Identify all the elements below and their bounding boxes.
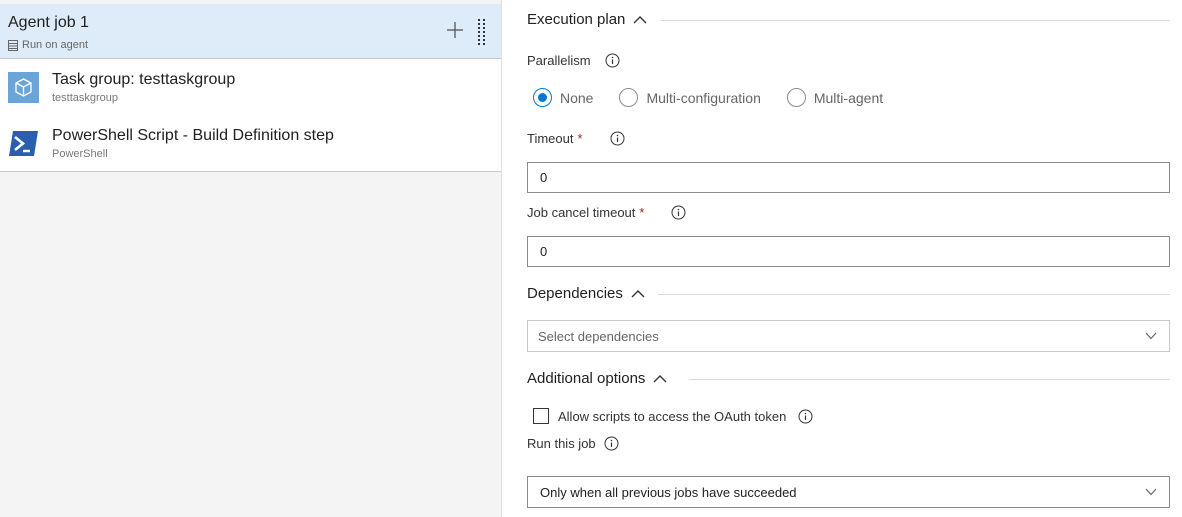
task-group-icon — [8, 72, 39, 103]
run-job-label-row: Run this job — [527, 436, 619, 451]
task-list: Task group: testtaskgroup testtaskgroup … — [0, 59, 501, 172]
task-subtitle: testtaskgroup — [52, 92, 119, 104]
server-icon — [8, 39, 18, 51]
info-icon[interactable] — [610, 131, 625, 146]
radio-label: Multi-configuration — [646, 89, 761, 106]
chevron-up-icon — [633, 15, 647, 23]
timeout-label-row: Timeout * — [527, 131, 625, 146]
agent-job-subtitle: Run on agent — [8, 39, 88, 51]
additional-options-heading: Additional options — [527, 370, 646, 387]
radio-none[interactable]: None — [533, 88, 593, 107]
parallelism-radio-group: None Multi-configuration Multi-agent — [533, 88, 909, 107]
timeout-label: Timeout — [527, 131, 574, 146]
radio-circle — [786, 88, 806, 107]
task-title: PowerShell Script - Build Definition ste… — [52, 127, 334, 144]
radio-multi-agent[interactable]: Multi-agent — [786, 88, 884, 107]
agent-job-subtitle-text: Run on agent — [22, 39, 89, 51]
required-marker: * — [639, 205, 645, 220]
info-icon[interactable] — [798, 409, 813, 424]
parallelism-label: Parallelism — [527, 53, 591, 68]
info-icon[interactable] — [671, 205, 686, 220]
phase-list-pane: Agent job 1 Run on agent Task group: tes… — [0, 0, 502, 517]
cancel-timeout-label-row: Job cancel timeout * — [527, 205, 686, 220]
oauth-checkbox-row: Allow scripts to access the OAuth token — [533, 408, 813, 424]
run-job-label: Run this job — [527, 436, 596, 451]
radio-circle — [533, 88, 552, 107]
oauth-label: Allow scripts to access the OAuth token — [558, 408, 787, 424]
run-job-dropdown[interactable]: Only when all previous jobs have succeed… — [527, 476, 1170, 508]
execution-plan-heading: Execution plan — [527, 11, 626, 28]
info-icon[interactable] — [605, 53, 620, 68]
cancel-timeout-label: Job cancel timeout — [527, 205, 636, 220]
task-item-powershell[interactable]: PowerShell Script - Build Definition ste… — [0, 115, 501, 171]
chevron-up-icon — [653, 374, 667, 382]
chevron-down-icon — [1145, 488, 1157, 496]
run-job-value: Only when all previous jobs have succeed… — [540, 484, 797, 500]
dependencies-placeholder: Select dependencies — [538, 328, 659, 344]
chevron-up-icon — [631, 289, 645, 297]
agent-job-title: Agent job 1 — [8, 14, 89, 31]
task-item-task-group[interactable]: Task group: testtaskgroup testtaskgroup — [0, 59, 501, 115]
agent-job-row[interactable]: Agent job 1 Run on agent — [0, 4, 501, 59]
section-divider — [658, 294, 1170, 295]
add-task-icon[interactable] — [445, 20, 465, 40]
chevron-down-icon — [1145, 332, 1157, 340]
info-icon[interactable] — [604, 436, 619, 451]
drag-handle-icon[interactable] — [477, 18, 487, 48]
timeout-input[interactable]: 0 — [527, 162, 1170, 193]
radio-circle — [619, 88, 639, 107]
dependencies-heading: Dependencies — [527, 285, 623, 302]
parallelism-label-row: Parallelism — [527, 53, 620, 68]
task-subtitle: PowerShell — [52, 148, 108, 160]
powershell-icon — [9, 131, 38, 156]
dependencies-header[interactable]: Dependencies — [527, 285, 645, 302]
job-properties-pane: Execution plan Parallelism None Multi-co… — [503, 0, 1182, 517]
task-title: Task group: testtaskgroup — [52, 71, 236, 88]
execution-plan-header[interactable]: Execution plan — [527, 11, 647, 28]
radio-label: None — [560, 89, 594, 106]
required-marker: * — [577, 131, 583, 146]
radio-label: Multi-agent — [813, 89, 884, 106]
cancel-timeout-input[interactable]: 0 — [527, 236, 1170, 267]
radio-multi-configuration[interactable]: Multi-configuration — [619, 88, 761, 107]
section-divider — [661, 20, 1170, 21]
section-divider — [689, 379, 1170, 380]
oauth-checkbox[interactable] — [533, 408, 549, 424]
dependencies-dropdown[interactable]: Select dependencies — [527, 320, 1170, 352]
additional-options-header[interactable]: Additional options — [527, 370, 667, 387]
